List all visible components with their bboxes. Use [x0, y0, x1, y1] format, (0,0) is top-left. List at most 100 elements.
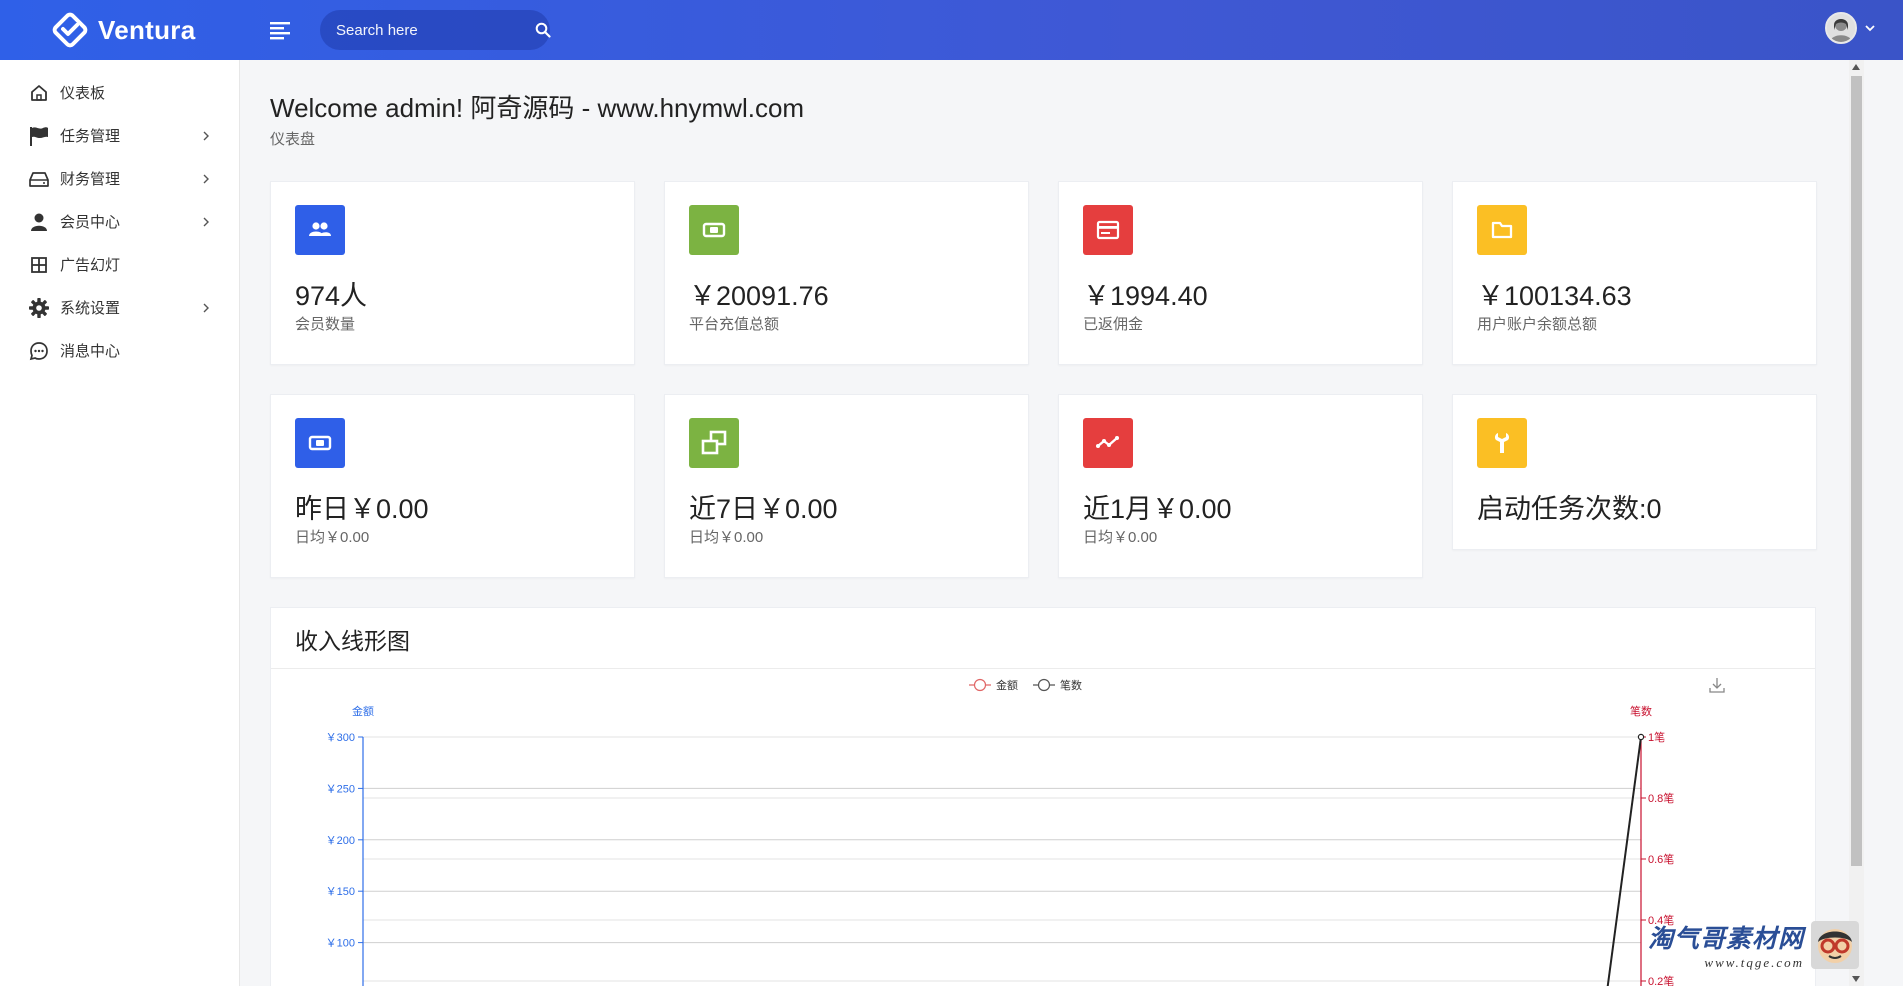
y-left-tick-label: ￥150	[326, 886, 355, 898]
menu-toggle-icon[interactable]	[268, 18, 292, 42]
flag-icon	[28, 125, 50, 147]
stat-card-month: 近1月￥0.00 日均￥0.00	[1058, 394, 1423, 578]
stat-card-yesterday: 昨日￥0.00 日均￥0.00	[270, 394, 635, 578]
y-right-tick-label: 0.8笔	[1648, 791, 1674, 805]
folder-icon	[1477, 205, 1527, 255]
sidebar-item-finance[interactable]: 财务管理	[0, 157, 240, 200]
watermark-logo-icon	[1810, 920, 1860, 970]
gear-icon	[28, 297, 50, 319]
scrollbar[interactable]	[1849, 60, 1864, 986]
sidebar-item-label: 消息中心	[60, 343, 121, 360]
legend-marker	[973, 678, 987, 692]
legend-label: 笔数	[1060, 678, 1082, 692]
sidebar-item-label: 仪表板	[60, 85, 106, 102]
user-menu[interactable]	[1825, 12, 1877, 44]
stat-value: 974人	[295, 281, 368, 311]
sidebar-item-ads[interactable]: 广告幻灯	[0, 243, 240, 286]
stat-value: ￥100134.63	[1477, 281, 1632, 311]
main-content: Welcome admin! 阿奇源码 - www.hnymwl.com 仪表盘…	[240, 60, 1850, 986]
stat-label: 日均￥0.00	[689, 529, 764, 546]
stat-value: ￥1994.40	[1083, 281, 1208, 311]
sidebar-item-label: 任务管理	[60, 128, 121, 145]
y-left-tick-label: ￥100	[326, 938, 355, 950]
grid-icon	[28, 254, 50, 276]
stat-label: 会员数量	[295, 316, 356, 333]
watermark-title: 淘气哥素材网	[1647, 925, 1804, 953]
scroll-up-icon[interactable]	[1852, 64, 1860, 70]
stat-card-recharge: ￥20091.76 平台充值总额	[664, 181, 1029, 365]
y-right-tick-label: 0.2笔	[1648, 974, 1674, 986]
sidebar-item-tasks[interactable]: 任务管理	[0, 114, 240, 157]
breadcrumb: 仪表盘	[270, 131, 316, 148]
y-axis-left-title: 金额	[352, 704, 374, 718]
y-right-tick-label: 1笔	[1648, 730, 1665, 744]
stat-label: 已返佣金	[1083, 316, 1144, 333]
page-title: Welcome admin! 阿奇源码 - www.hnymwl.com	[270, 93, 805, 123]
users-icon	[295, 205, 345, 255]
download-icon[interactable]	[1709, 678, 1725, 693]
stat-card-tasks: 启动任务次数:0	[1452, 394, 1817, 550]
sidebar-item-dashboard[interactable]: 仪表板	[0, 71, 240, 114]
search-input[interactable]	[336, 21, 535, 39]
money-icon	[689, 205, 739, 255]
sidebar-item-settings[interactable]: 系统设置	[0, 286, 240, 329]
watermark: 淘气哥素材网 www.tqge.com	[1648, 919, 1860, 971]
avatar[interactable]	[1825, 12, 1857, 44]
stat-label: 平台充值总额	[689, 316, 780, 333]
stat-card-commission: ￥1994.40 已返佣金	[1058, 181, 1423, 365]
search-icon[interactable]	[535, 20, 551, 40]
y-right-tick-label: 0.6笔	[1648, 852, 1674, 866]
y-left-tick-label: ￥300	[326, 732, 355, 744]
trend-icon	[1083, 418, 1133, 468]
stat-value: 近1月￥0.00	[1083, 494, 1232, 524]
wrench-icon	[1477, 418, 1527, 468]
brand[interactable]: Ventura	[50, 10, 195, 50]
y-axis-right-title: 笔数	[1630, 704, 1652, 718]
stat-label: 用户账户余额总额	[1477, 316, 1598, 333]
chevron-right-icon	[200, 215, 212, 227]
stat-value: 昨日￥0.00	[295, 494, 429, 524]
chat-icon	[28, 340, 50, 362]
y-left-tick-label: ￥200	[326, 835, 355, 847]
income-line-chart: 金额 笔数金额 笔数￥100￥150￥200￥250￥3000.2笔0.4笔0.6笔…	[326, 678, 1725, 986]
stat-value: ￥20091.76	[689, 281, 829, 311]
chart-title: 收入线形图	[295, 628, 410, 654]
stat-label: 日均￥0.00	[1083, 529, 1158, 546]
legend-marker	[1037, 678, 1051, 692]
stat-value: 启动任务次数:0	[1477, 494, 1662, 524]
stat-card-balance: ￥100134.63 用户账户余额总额	[1452, 181, 1817, 365]
stat-card-members: 974人 会员数量	[270, 181, 635, 365]
user-icon	[28, 211, 50, 233]
y-left-tick-label: ￥250	[326, 783, 355, 795]
scroll-down-icon[interactable]	[1852, 976, 1860, 982]
windows-icon	[689, 418, 739, 468]
home-icon	[28, 82, 50, 104]
chevron-down-icon[interactable]	[1863, 21, 1877, 35]
stat-card-7days: 近7日￥0.00 日均￥0.00	[664, 394, 1029, 578]
sidebar: 仪表板 任务管理 财务管理 会员中心 广告幻灯 系统设置 消息中心	[0, 60, 240, 986]
series-line	[1606, 736, 1642, 986]
chevron-right-icon	[200, 129, 212, 141]
sidebar-item-label: 会员中心	[60, 214, 121, 231]
scroll-thumb[interactable]	[1851, 76, 1862, 866]
chevron-right-icon	[200, 172, 212, 184]
watermark-url: www.tqge.com	[1704, 955, 1804, 970]
sidebar-item-messages[interactable]: 消息中心	[0, 329, 240, 372]
search-box	[320, 10, 551, 50]
sidebar-item-label: 系统设置	[60, 300, 121, 317]
sidebar-item-members[interactable]: 会员中心	[0, 200, 240, 243]
stat-value: 近7日￥0.00	[689, 494, 838, 524]
top-header: Ventura	[0, 0, 1903, 60]
sidebar-item-label: 财务管理	[60, 171, 121, 188]
money-icon	[295, 418, 345, 468]
legend-label: 金额	[996, 678, 1018, 692]
income-chart-card: 收入线形图 金额 笔数 金额 笔数 ￥100 ￥150 ￥200 ￥250 ￥300 0.2笔 0.…	[270, 607, 1816, 986]
sidebar-item-label: 广告幻灯	[60, 257, 121, 274]
series-point	[1637, 733, 1645, 741]
app-name: Ventura	[98, 14, 196, 45]
chevron-right-icon	[200, 301, 212, 313]
logo-icon	[50, 10, 90, 50]
card-icon	[1083, 205, 1133, 255]
drive-icon	[28, 168, 50, 190]
stat-label: 日均￥0.00	[295, 529, 370, 546]
